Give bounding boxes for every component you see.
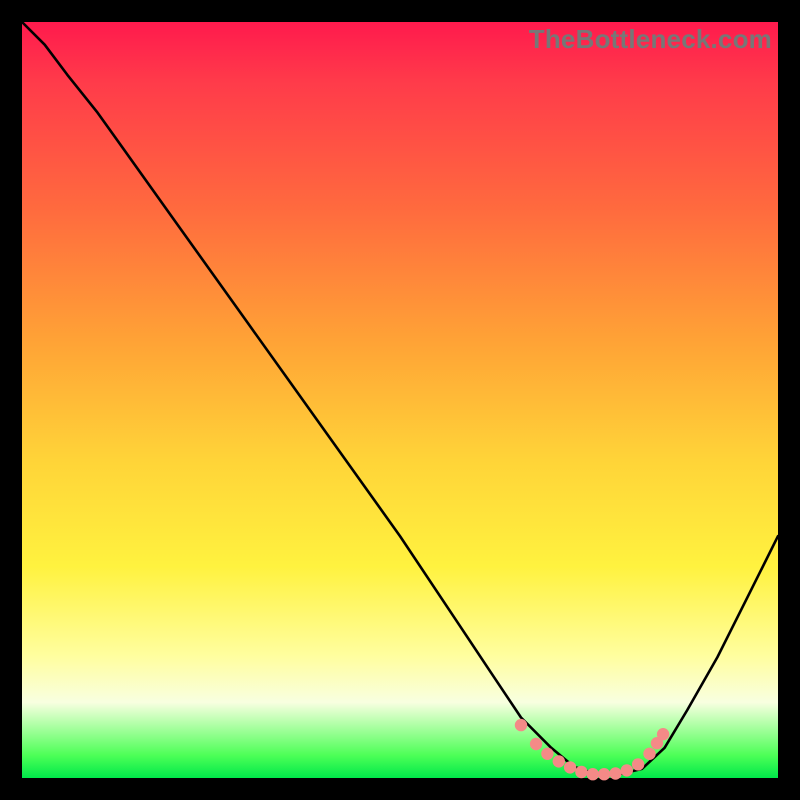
minimum-markers <box>515 719 670 781</box>
minimum-marker <box>643 748 655 760</box>
minimum-marker <box>621 764 633 776</box>
bottleneck-curve <box>22 22 778 774</box>
minimum-marker <box>598 768 610 780</box>
minimum-marker <box>564 761 576 773</box>
minimum-marker <box>575 766 587 778</box>
minimum-marker <box>530 738 542 750</box>
minimum-marker <box>587 768 599 780</box>
minimum-marker <box>632 758 644 770</box>
watermark-label: TheBottleneck.com <box>529 24 772 55</box>
chart-frame: TheBottleneck.com <box>22 22 778 778</box>
minimum-marker <box>515 719 527 731</box>
minimum-marker <box>541 748 553 760</box>
minimum-marker <box>609 767 621 779</box>
chart-svg <box>22 22 778 778</box>
minimum-marker <box>657 728 669 740</box>
minimum-marker <box>553 755 565 767</box>
